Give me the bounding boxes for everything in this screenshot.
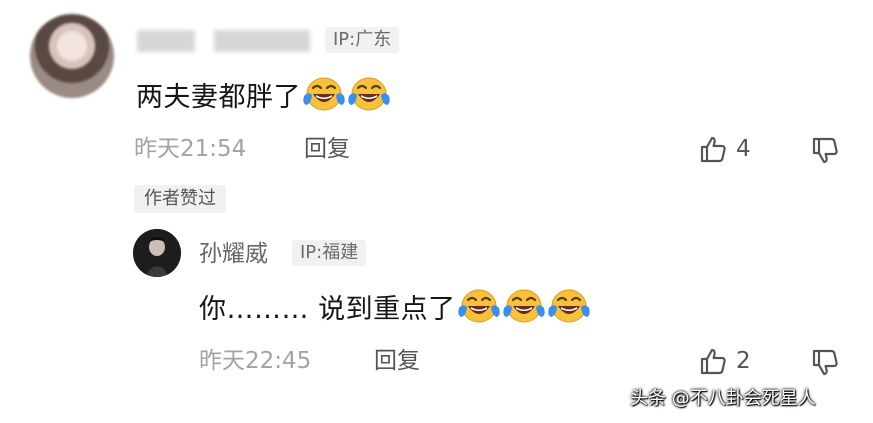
laughing-crying-emoji bbox=[502, 286, 546, 326]
thumbs-up-icon bbox=[698, 346, 728, 376]
comment-content: 两夫妻都胖了 bbox=[136, 74, 391, 118]
comment-timestamp: 昨天21:54 bbox=[134, 136, 247, 162]
laughing-crying-emoji bbox=[547, 286, 591, 326]
reply-button[interactable]: 回复 bbox=[304, 134, 350, 164]
watermark: 头条 @不八卦会死星人 bbox=[630, 388, 816, 409]
reply-content: 你……… 说到重点了 bbox=[199, 286, 591, 330]
reply-timestamp: 昨天22:45 bbox=[199, 348, 312, 374]
author-liked-badge: 作者赞过 bbox=[134, 185, 226, 213]
like-button[interactable]: 4 bbox=[698, 134, 751, 164]
like-count: 4 bbox=[736, 136, 751, 162]
laughing-crying-emoji bbox=[302, 74, 346, 114]
like-count: 2 bbox=[736, 348, 751, 374]
laughing-crying-emoji bbox=[457, 286, 501, 326]
ip-location-tag: IP:福建 bbox=[292, 240, 367, 266]
commenter-name-blurred[interactable] bbox=[137, 30, 195, 52]
thumbs-down-icon bbox=[810, 136, 840, 166]
like-button[interactable]: 2 bbox=[698, 346, 751, 376]
thumbs-down-icon bbox=[810, 348, 840, 378]
dislike-button[interactable] bbox=[810, 136, 840, 166]
reply-user-avatar[interactable] bbox=[133, 229, 181, 277]
reply-user-name[interactable]: 孙耀威 bbox=[199, 239, 268, 269]
comment-text: 两夫妻都胖了 bbox=[136, 82, 301, 113]
thumbs-up-icon bbox=[698, 134, 728, 164]
reply-button[interactable]: 回复 bbox=[374, 346, 420, 376]
reply-text: 你……… 说到重点了 bbox=[199, 294, 456, 325]
dislike-button[interactable] bbox=[810, 348, 840, 378]
laughing-crying-emoji bbox=[347, 74, 391, 114]
commenter-avatar[interactable] bbox=[30, 14, 114, 98]
ip-location-tag: IP:广东 bbox=[325, 27, 400, 53]
commenter-name-blurred[interactable] bbox=[214, 30, 310, 52]
